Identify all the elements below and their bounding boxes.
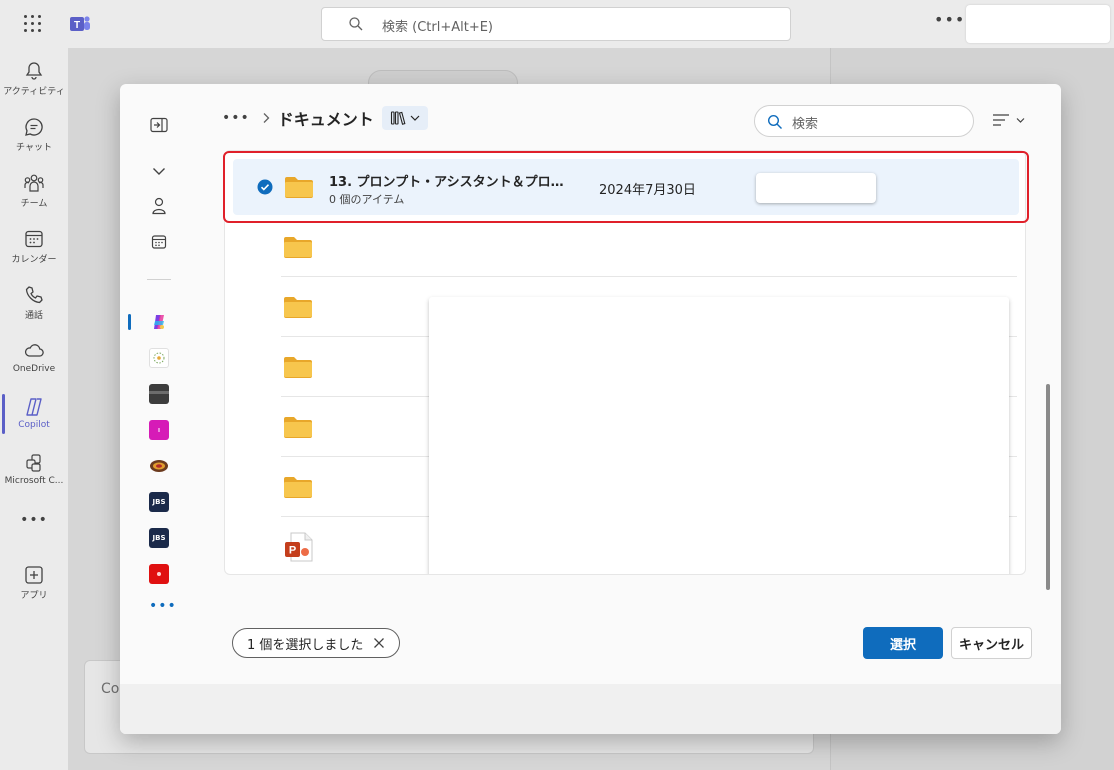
top-bar: T 検索 (Ctrl+Alt+E) ••• xyxy=(0,0,1114,48)
teams-logo-icon: T xyxy=(70,16,90,31)
rail-item-calendar[interactable]: カレンダー xyxy=(0,220,68,274)
folder-icon xyxy=(284,237,312,258)
sidebar-app-copilot[interactable] xyxy=(149,312,169,332)
list-item[interactable] xyxy=(281,217,1017,277)
app-logo-icon xyxy=(150,460,168,472)
file-picker-dialog: JBS JBS ••• ••• ドキュメント 検索 13. プロンプト・アシスタ… xyxy=(120,84,1061,734)
rail-label: アプリ xyxy=(20,591,48,601)
chevron-down-icon xyxy=(410,115,420,121)
sidebar-app-jbs-2[interactable]: JBS xyxy=(149,528,169,548)
teams-icon xyxy=(24,174,44,192)
sidebar-more-button[interactable]: ••• xyxy=(149,598,177,614)
dialog-footer-strip xyxy=(120,684,1061,734)
folder-icon xyxy=(284,477,312,498)
rail-label: チーム xyxy=(20,199,48,209)
search-icon xyxy=(349,17,363,31)
panel-toggle-icon xyxy=(150,117,168,133)
selection-highlight-outline xyxy=(223,151,1029,223)
copilot-logo-icon xyxy=(154,315,164,329)
expand-button[interactable] xyxy=(148,160,170,182)
folder-icon xyxy=(284,297,312,318)
rail-item-microsoft-c[interactable]: Microsoft C... xyxy=(0,444,68,498)
more-options-icon[interactable]: ••• xyxy=(934,10,965,29)
selection-count-pill[interactable]: 1 個を選択しました xyxy=(232,628,401,658)
sidebar-app-8[interactable] xyxy=(149,564,169,584)
app-logo-icon xyxy=(158,428,160,432)
chevron-right-icon xyxy=(263,113,270,123)
selection-count-label: 1 個を選択しました xyxy=(247,637,364,653)
rail-label: Copilot xyxy=(18,420,50,430)
profile-area[interactable] xyxy=(966,5,1110,43)
app-label: JBS xyxy=(152,534,166,542)
sidebar-app-4[interactable] xyxy=(149,420,169,440)
dialog-sidebar: JBS JBS ••• xyxy=(120,84,198,684)
powerpoint-file-icon: P xyxy=(285,532,313,562)
rail-item-apps[interactable]: アプリ xyxy=(0,556,68,610)
calendar-icon xyxy=(25,230,43,248)
rail-item-calls[interactable]: 通話 xyxy=(0,276,68,330)
rail-label: Microsoft C... xyxy=(4,476,64,486)
collapse-panel-button[interactable] xyxy=(148,114,170,136)
sidebar-divider xyxy=(147,279,171,280)
chevron-down-icon xyxy=(153,168,165,175)
compose-placeholder: Co xyxy=(101,681,120,697)
sidebar-app-2[interactable] xyxy=(149,348,169,368)
left-rail: アクティビティ チャット チーム カレンダー 通話 OneDrive Copil… xyxy=(0,48,68,770)
redacted-overlay xyxy=(429,297,1009,574)
app-label: JBS xyxy=(152,498,166,506)
bell-icon xyxy=(25,62,43,80)
people-button[interactable] xyxy=(148,195,170,217)
list-scrollbar[interactable] xyxy=(1046,384,1050,590)
more-icon: ••• xyxy=(20,512,48,528)
search-placeholder: 検索 xyxy=(792,117,819,132)
folder-icon xyxy=(284,357,312,378)
cloud-icon xyxy=(24,344,44,357)
cancel-button[interactable]: キャンセル xyxy=(951,627,1032,659)
rail-item-copilot[interactable]: Copilot xyxy=(0,388,68,442)
library-icon xyxy=(390,111,406,125)
chevron-down-icon xyxy=(1016,117,1025,123)
sidebar-app-3[interactable] xyxy=(149,384,169,404)
sidebar-app-5[interactable] xyxy=(149,456,169,476)
rail-label: カレンダー xyxy=(11,255,57,265)
rail-more-button[interactable]: ••• xyxy=(0,508,68,538)
add-app-icon xyxy=(25,566,43,584)
rail-item-activity[interactable]: アクティビティ xyxy=(0,52,68,106)
chat-icon xyxy=(25,118,43,136)
meetings-button[interactable] xyxy=(148,231,170,253)
apps-icon xyxy=(26,454,41,472)
calendar-icon xyxy=(151,235,167,249)
rail-item-onedrive[interactable]: OneDrive xyxy=(0,332,68,386)
search-icon xyxy=(767,114,782,129)
svg-text:P: P xyxy=(289,545,296,557)
library-view-button[interactable] xyxy=(381,106,428,130)
app-logo-icon xyxy=(157,572,161,576)
close-icon[interactable] xyxy=(373,637,385,649)
folder-icon xyxy=(284,417,312,438)
search-placeholder: 検索 (Ctrl+Alt+E) xyxy=(382,20,494,35)
person-icon xyxy=(152,197,166,215)
dialog-search-input[interactable]: 検索 xyxy=(754,105,974,137)
breadcrumb: ••• ドキュメント xyxy=(222,106,428,130)
svg-text:T: T xyxy=(74,20,80,31)
sidebar-app-jbs-1[interactable]: JBS xyxy=(149,492,169,512)
rail-label: OneDrive xyxy=(12,364,56,374)
app-logo-icon xyxy=(153,352,165,364)
rail-label: アクティビティ xyxy=(3,87,65,97)
app-launcher-icon[interactable] xyxy=(22,13,44,35)
copilot-icon xyxy=(26,398,42,416)
rail-label: チャット xyxy=(16,143,52,153)
breadcrumb-more-button[interactable]: ••• xyxy=(222,110,250,126)
select-button[interactable]: 選択 xyxy=(863,627,943,659)
active-indicator xyxy=(128,314,131,330)
breadcrumb-current: ドキュメント xyxy=(277,110,374,129)
sort-lines-icon xyxy=(993,114,1009,126)
rail-label: 通話 xyxy=(24,311,43,321)
app-logo-icon xyxy=(149,391,169,394)
global-search-input[interactable]: 検索 (Ctrl+Alt+E) xyxy=(321,7,791,41)
rail-item-chat[interactable]: チャット xyxy=(0,108,68,162)
phone-icon xyxy=(25,286,43,304)
sort-options-button[interactable] xyxy=(992,108,1032,132)
rail-item-teams[interactable]: チーム xyxy=(0,164,68,218)
